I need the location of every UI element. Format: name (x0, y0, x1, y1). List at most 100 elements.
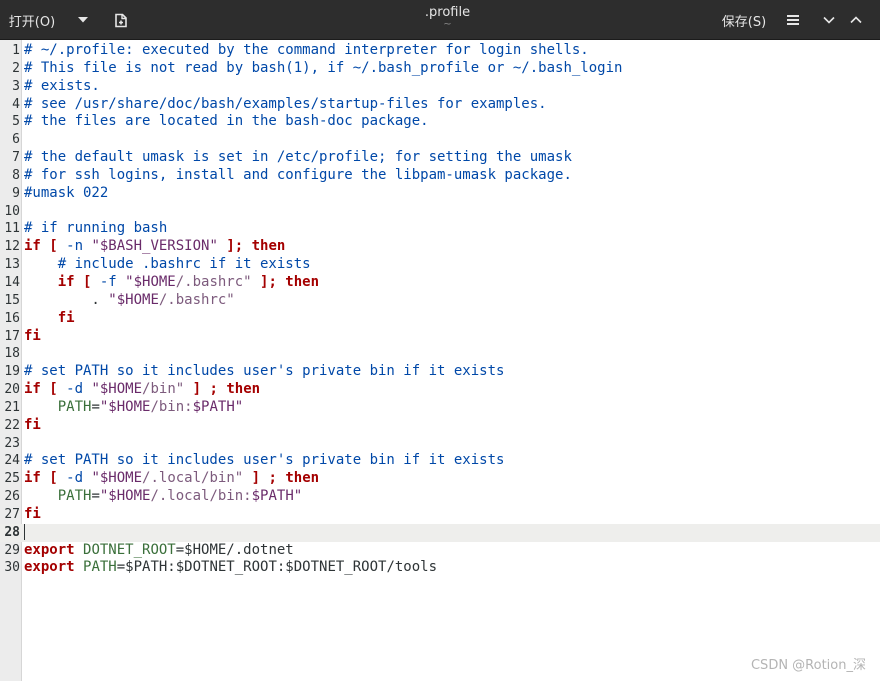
syntax-token-comment: # set PATH so it includes user's private… (24, 452, 505, 469)
line-text: # for ssh logins, install and configure … (24, 167, 572, 185)
code-line[interactable]: 7 # the default umask is set in /etc/prof… (0, 149, 880, 167)
syntax-token-keyword: if [ (24, 470, 67, 487)
code-line[interactable]: 25 if [ -d "$HOME/.local/bin" ] ; then (0, 470, 880, 488)
syntax-token-plain: =$HOME/.dotnet (175, 541, 294, 558)
line-text: if [ -n "$BASH_VERSION" ]; then (24, 238, 285, 256)
save-button[interactable]: 保存(S) (716, 0, 772, 40)
line-text: if [ -d "$HOME/.local/bin" ] ; then (24, 470, 319, 488)
line-number: 6 (12, 132, 20, 148)
line-text: # set PATH so it includes user's private… (24, 363, 504, 381)
line-number: 21 (4, 399, 20, 415)
syntax-token-path: /.bashrc" (175, 273, 252, 290)
open-button[interactable]: 打开(O) (0, 0, 64, 40)
main-menu-button[interactable] (778, 0, 808, 40)
open-menu-button[interactable] (68, 0, 98, 40)
line-text: PATH="$HOME/bin:$PATH" (24, 399, 243, 417)
code-line[interactable]: 3 # exists. (0, 78, 880, 96)
code-line[interactable]: 15 . "$HOME/.bashrc" (0, 292, 880, 310)
syntax-token-var: PATH (24, 398, 92, 415)
syntax-token-string: "$HOME (91, 470, 143, 487)
code-line[interactable]: 4 # see /usr/share/doc/bash/examples/star… (0, 96, 880, 114)
hamburger-icon (787, 15, 799, 25)
syntax-token-string: "$HOME (99, 488, 151, 505)
code-line[interactable]: 24 # set PATH so it includes user's priva… (0, 452, 880, 470)
line-number: 8 (12, 167, 20, 183)
line-number: 17 (4, 328, 20, 344)
code-line[interactable]: 18 (0, 345, 880, 363)
syntax-token-comment: # set PATH so it includes user's private… (24, 363, 505, 380)
header-bar: 打开(O) .profile ~ 保存(S) (0, 0, 880, 40)
line-number: 10 (4, 203, 20, 219)
syntax-token-keyword: ]; then (217, 238, 286, 255)
syntax-token-string: "$HOME (108, 291, 159, 308)
text-cursor (24, 523, 25, 540)
open-button-label: 打开(O) (8, 14, 56, 30)
syntax-token-keyword: fi (24, 309, 75, 326)
text-editor[interactable]: 1 # ~/.profile: executed by the command i… (0, 40, 880, 681)
watermark: CSDN @Rotion_深 (750, 658, 866, 673)
syntax-token-comment: # the default umask is set in /etc/profi… (24, 149, 572, 166)
line-number: 4 (12, 96, 20, 112)
syntax-token-plain: = (91, 398, 100, 415)
line-number: 25 (4, 471, 20, 487)
minimize-button[interactable] (816, 0, 842, 40)
code-line[interactable]: 16 fi (0, 310, 880, 328)
maximize-button[interactable] (843, 0, 869, 40)
syntax-token-keyword: ] ; then (243, 470, 320, 487)
code-line[interactable]: 9 #umask 022 (0, 185, 880, 203)
code-line[interactable]: 26 PATH="$HOME/.local/bin:$PATH" (0, 488, 880, 506)
syntax-token-comment: # ~/.profile: executed by the command in… (24, 42, 589, 58)
code-line[interactable]: 30 export PATH=$PATH:$DOTNET_ROOT:$DOTNET… (0, 559, 880, 577)
line-number: 24 (4, 453, 20, 469)
code-line[interactable]: 20 if [ -d "$HOME/bin" ] ; then (0, 381, 880, 399)
line-number: 20 (4, 382, 20, 398)
code-line[interactable]: 27 fi (0, 506, 880, 524)
chevron-up-icon (850, 16, 862, 24)
line-text: export DOTNET_ROOT=$HOME/.dotnet (24, 542, 294, 560)
code-line[interactable]: 23 (0, 435, 880, 453)
syntax-token-comment: # for ssh logins, install and configure … (24, 166, 572, 183)
line-text: if [ -d "$HOME/bin" ] ; then (24, 381, 260, 399)
line-number: 7 (12, 150, 20, 166)
code-line[interactable]: 10 (0, 203, 880, 221)
syntax-token-comment: -f (99, 273, 126, 290)
code-line[interactable]: 5 # the files are located in the bash-doc… (0, 113, 880, 131)
code-line[interactable]: 12 if [ -n "$BASH_VERSION" ]; then (0, 238, 880, 256)
syntax-token-comment: # if running bash (24, 220, 168, 237)
window-title-area: .profile ~ (340, 0, 555, 40)
line-text: fi (24, 310, 75, 328)
code-line[interactable]: 21 PATH="$HOME/bin:$PATH" (0, 399, 880, 417)
syntax-token-string: "$BASH_VERSION" (91, 238, 218, 255)
code-line[interactable]: 2 # This file is not read by bash(1), if … (0, 60, 880, 78)
syntax-token-var: PATH (24, 488, 92, 505)
code-line[interactable]: 22 fi (0, 417, 880, 435)
line-number: 11 (4, 221, 20, 237)
line-text: if [ -f "$HOME/.bashrc" ]; then (24, 274, 319, 292)
line-number: 23 (4, 435, 20, 451)
code-line[interactable]: 17 fi (0, 328, 880, 346)
code-lines[interactable]: 1 # ~/.profile: executed by the command i… (0, 42, 880, 577)
syntax-token-plain: =$PATH:$DOTNET_ROOT:$DOTNET_ROOT/tools (116, 559, 438, 576)
code-line[interactable]: 8 # for ssh logins, install and configure… (0, 167, 880, 185)
syntax-token-plain: = (91, 488, 100, 505)
chevron-down-icon (78, 17, 88, 23)
code-line[interactable]: 11 # if running bash (0, 220, 880, 238)
code-line[interactable]: 6 (0, 131, 880, 149)
syntax-token-var: PATH (83, 559, 117, 576)
syntax-token-string: $PATH" (251, 488, 303, 505)
code-line[interactable]: 29 export DOTNET_ROOT=$HOME/.dotnet (0, 542, 880, 560)
line-number: 15 (4, 292, 20, 308)
syntax-token-comment: # exists. (24, 77, 100, 94)
code-line[interactable]: 19 # set PATH so it includes user's priva… (0, 363, 880, 381)
line-text: # ~/.profile: executed by the command in… (24, 42, 589, 60)
syntax-token-keyword: if [ (24, 273, 100, 290)
line-text: PATH="$HOME/.local/bin:$PATH" (24, 488, 302, 506)
new-document-button[interactable] (104, 0, 138, 40)
syntax-token-string: "$HOME (91, 381, 143, 398)
code-line[interactable]: 14 if [ -f "$HOME/.bashrc" ]; then (0, 274, 880, 292)
code-line[interactable]: 1 # ~/.profile: executed by the command i… (0, 42, 880, 60)
code-line[interactable]: 13 # include .bashrc if it exists (0, 256, 880, 274)
line-text: # exists. (24, 78, 100, 96)
syntax-token-keyword: fi (24, 327, 41, 344)
code-line[interactable]: 28 (0, 523, 880, 542)
